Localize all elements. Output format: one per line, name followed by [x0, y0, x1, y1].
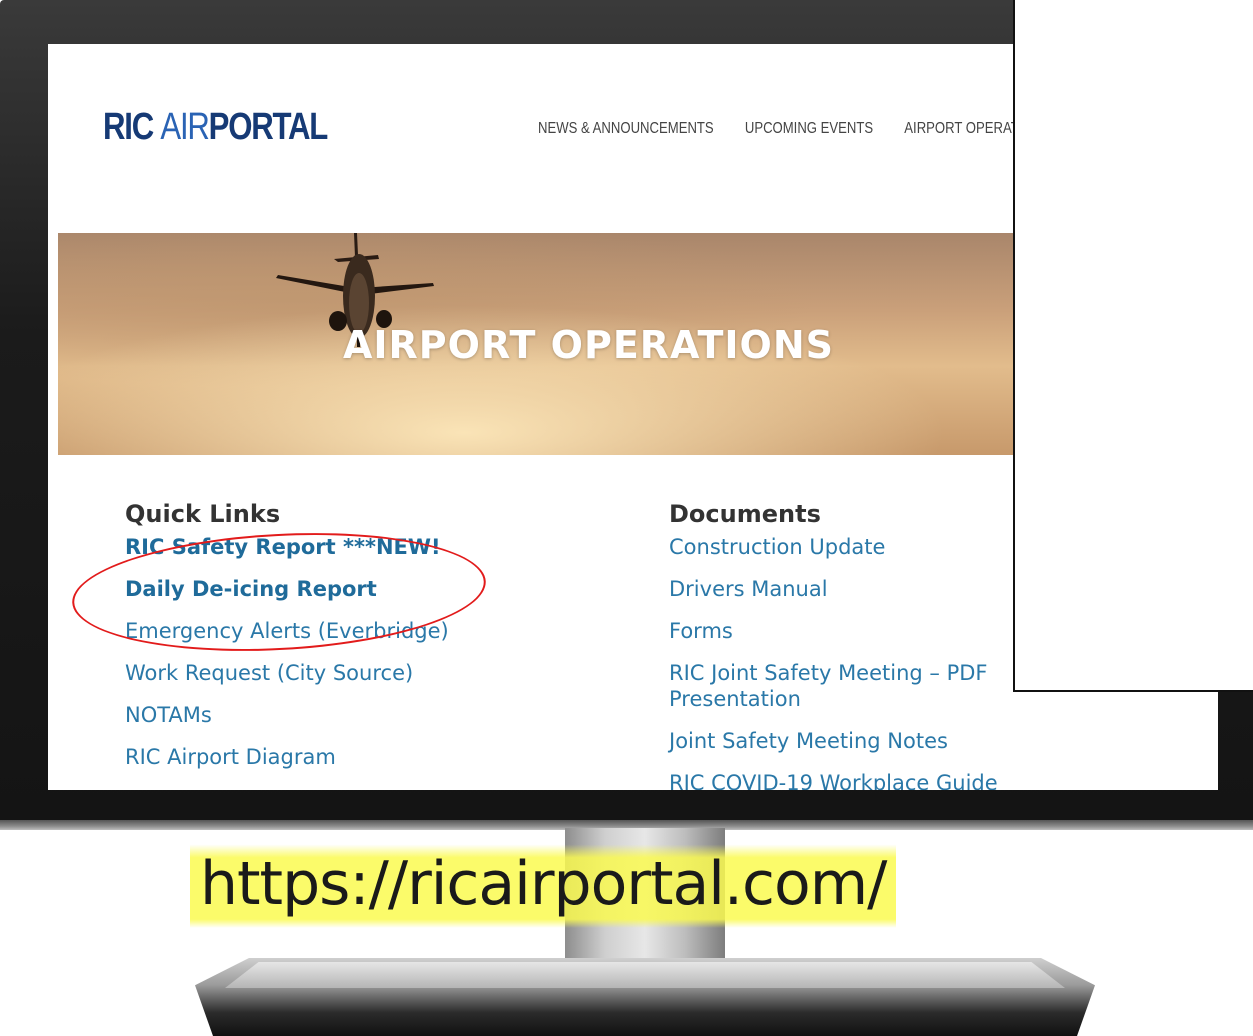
logo-air: AIR [160, 106, 209, 148]
logo-portal: PORTAL [208, 106, 329, 148]
link-covid-guide[interactable]: RIC COVID-19 Workplace Guide [669, 770, 1109, 790]
hero-title: AIRPORT OPERATIONS [343, 323, 835, 367]
link-work-request[interactable]: Work Request (City Source) [125, 660, 449, 686]
nav-events[interactable]: UPCOMING EVENTS [745, 120, 873, 138]
site-logo[interactable]: RIC AIRPORTAL [103, 106, 329, 149]
link-airport-diagram[interactable]: RIC Airport Diagram [125, 744, 449, 770]
monitor-stand-base-top [225, 962, 1065, 988]
logo-prefix: RIC [103, 106, 161, 148]
link-notams[interactable]: NOTAMs [125, 702, 449, 728]
quick-links-heading: Quick Links [125, 500, 281, 528]
url-caption[interactable]: https://ricairportal.com/ [190, 840, 897, 928]
overlay-panel [1013, 0, 1253, 692]
main-nav: NEWS & ANNOUNCEMENTS UPCOMING EVENTS AIR… [538, 120, 1022, 138]
nav-news[interactable]: NEWS & ANNOUNCEMENTS [538, 120, 714, 138]
link-joint-safety-notes[interactable]: Joint Safety Meeting Notes [669, 728, 1109, 754]
nav-airport-operations[interactable]: AIRPORT OPERATI [904, 120, 1022, 138]
